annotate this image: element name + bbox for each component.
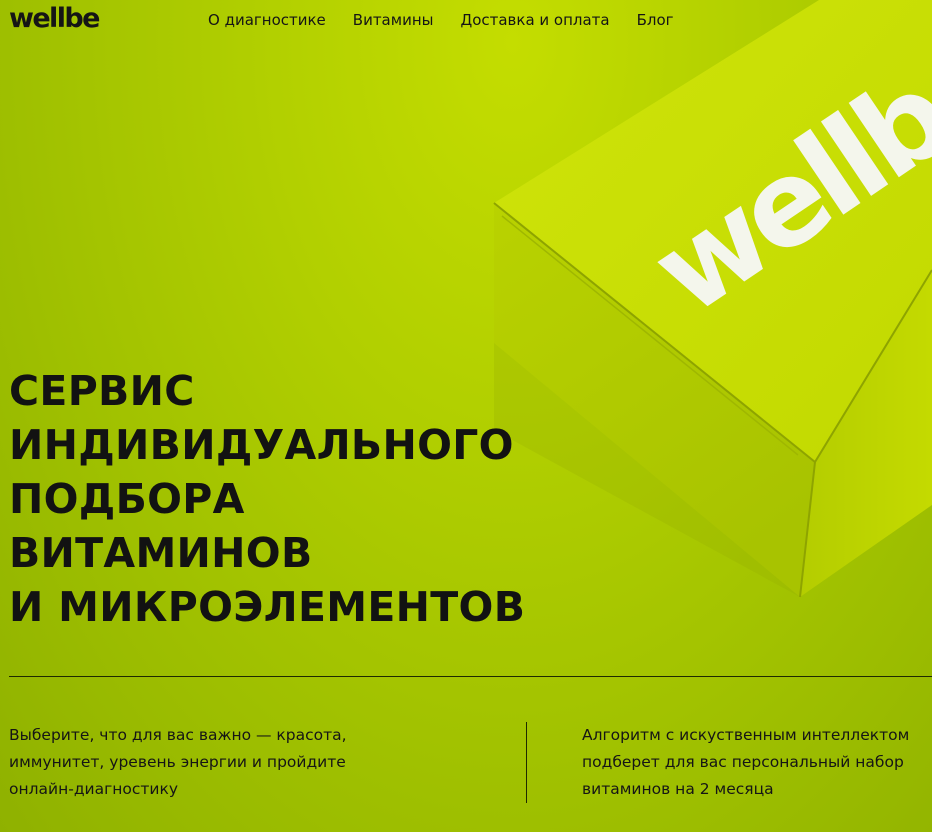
- feature-text-line: онлайн-диагностику: [9, 780, 179, 798]
- feature-text-line: витаминов на 2 месяца: [582, 780, 774, 798]
- hero-title-line: И МИКРОЭЛЕМЕНТОВ: [9, 583, 526, 631]
- nav-link-vitamins[interactable]: Витамины: [353, 10, 434, 30]
- wellbe-logo[interactable]: wellbe: [9, 3, 100, 35]
- feature-text-line: иммунитет, уревень энергии и пройдите: [9, 753, 346, 771]
- feature-text-algorithm: Алгоритм с искуственным интеллектом подб…: [582, 722, 909, 803]
- hero-title: СЕРВИС ИНДИВИДУАЛЬНОГО ПОДБОРА ВИТАМИНОВ…: [9, 364, 525, 634]
- horizontal-divider: [9, 676, 932, 677]
- feature-text-line: Выберите, что для вас важно — красота,: [9, 726, 347, 744]
- feature-text-line: Алгоритм с искуственным интеллектом: [582, 726, 910, 744]
- product-box-image: wellbe: [480, 0, 932, 610]
- feature-text-line: подберет для вас персональный набор: [582, 753, 904, 771]
- vertical-divider: [526, 722, 527, 803]
- hero-title-line: ПОДБОРА: [9, 475, 245, 523]
- feature-text-diagnostics: Выберите, что для вас важно — красота, и…: [9, 722, 347, 803]
- hero-title-line: СЕРВИС: [9, 367, 195, 415]
- hero-title-line: ИНДИВИДУАЛЬНОГО: [9, 421, 514, 469]
- hero-title-line: ВИТАМИНОВ: [9, 529, 313, 577]
- nav-link-diagnostics[interactable]: О диагностике: [208, 10, 326, 30]
